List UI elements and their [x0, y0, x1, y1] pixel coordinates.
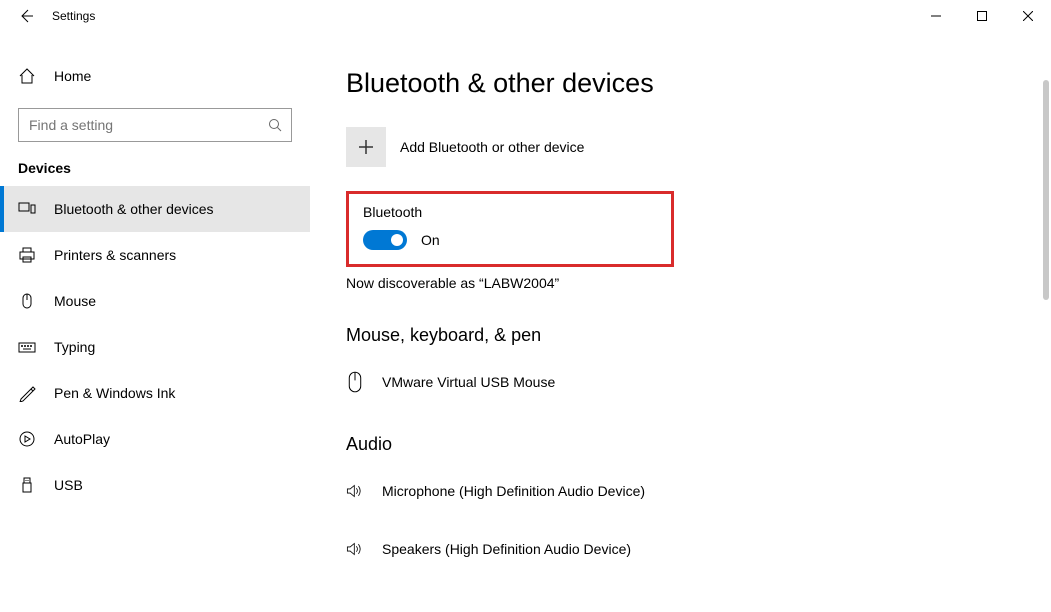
bluetooth-toggle-label: On — [421, 232, 440, 248]
device-row-mouse[interactable]: VMware Virtual USB Mouse — [346, 360, 1051, 404]
sidebar: Home Devices Bluetooth & other devices — [0, 32, 310, 612]
mouse-icon — [346, 373, 364, 391]
device-label: Speakers (High Definition Audio Device) — [382, 541, 631, 557]
maximize-button[interactable] — [959, 0, 1005, 32]
speaker-icon — [346, 540, 364, 558]
minimize-button[interactable] — [913, 0, 959, 32]
printer-icon — [18, 246, 36, 264]
sidebar-item-pen[interactable]: Pen & Windows Ink — [0, 370, 310, 416]
device-row-speakers[interactable]: Speakers (High Definition Audio Device) — [346, 527, 1051, 571]
sidebar-section-header: Devices — [0, 160, 310, 186]
search-icon — [268, 118, 282, 132]
sidebar-item-typing[interactable]: Typing — [0, 324, 310, 370]
discoverable-status: Now discoverable as “LABW2004” — [346, 275, 1051, 291]
page-title: Bluetooth & other devices — [346, 68, 1051, 99]
titlebar: Settings — [0, 0, 1051, 32]
content-area: Bluetooth & other devices Add Bluetooth … — [310, 32, 1051, 612]
pen-icon — [18, 384, 36, 402]
add-device-row[interactable]: Add Bluetooth or other device — [346, 127, 1051, 167]
mouse-icon — [18, 292, 36, 310]
bluetooth-highlight-box: Bluetooth On — [346, 191, 674, 267]
sidebar-item-printers[interactable]: Printers & scanners — [0, 232, 310, 278]
device-label: VMware Virtual USB Mouse — [382, 374, 555, 390]
home-icon — [18, 67, 36, 85]
devices-icon — [18, 200, 36, 218]
sidebar-item-mouse[interactable]: Mouse — [0, 278, 310, 324]
add-device-label: Add Bluetooth or other device — [400, 139, 584, 155]
home-nav[interactable]: Home — [0, 56, 310, 96]
usb-icon — [18, 476, 36, 494]
sidebar-item-usb[interactable]: USB — [0, 462, 310, 508]
plus-icon — [357, 138, 375, 156]
sidebar-item-label: Pen & Windows Ink — [54, 385, 175, 401]
bluetooth-toggle[interactable] — [363, 230, 407, 250]
sidebar-item-label: Printers & scanners — [54, 247, 176, 263]
close-button[interactable] — [1005, 0, 1051, 32]
add-device-button[interactable] — [346, 127, 386, 167]
bluetooth-header: Bluetooth — [363, 204, 657, 220]
sidebar-item-label: Mouse — [54, 293, 96, 309]
autoplay-icon — [18, 430, 36, 448]
sidebar-item-bluetooth[interactable]: Bluetooth & other devices — [0, 186, 310, 232]
section-audio: Audio — [346, 434, 1051, 455]
home-label: Home — [54, 68, 91, 84]
speaker-icon — [346, 482, 364, 500]
sidebar-item-label: Bluetooth & other devices — [54, 201, 214, 217]
search-input[interactable] — [18, 108, 292, 142]
window-title: Settings — [52, 9, 95, 23]
section-mouse-keyboard-pen: Mouse, keyboard, & pen — [346, 325, 1051, 346]
sidebar-item-label: Typing — [54, 339, 95, 355]
device-label: Microphone (High Definition Audio Device… — [382, 483, 645, 499]
sidebar-item-label: USB — [54, 477, 83, 493]
sidebar-item-label: AutoPlay — [54, 431, 110, 447]
sidebar-item-autoplay[interactable]: AutoPlay — [0, 416, 310, 462]
keyboard-icon — [18, 338, 36, 356]
scrollbar[interactable] — [1043, 80, 1049, 300]
back-button[interactable] — [18, 8, 34, 24]
device-row-mic[interactable]: Microphone (High Definition Audio Device… — [346, 469, 1051, 513]
